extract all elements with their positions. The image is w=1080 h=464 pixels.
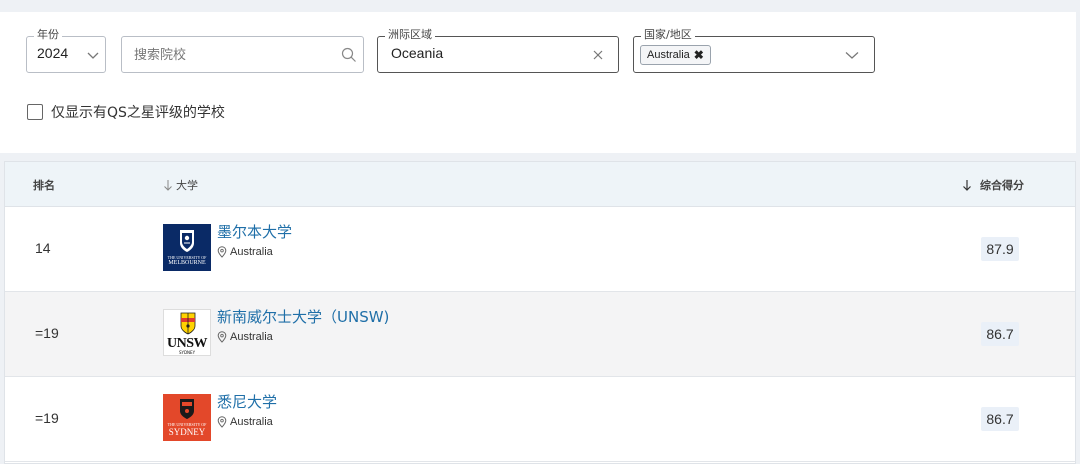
university-name-link[interactable]: 新南威尔士大学（UNSW) bbox=[217, 306, 389, 327]
location-text: Australia bbox=[230, 331, 273, 343]
university-logo[interactable]: THE UNIVERSITY OF MELBOURNE bbox=[163, 224, 211, 271]
search-icon[interactable] bbox=[341, 47, 357, 63]
university-header-label: 大学 bbox=[176, 179, 198, 192]
clear-icon[interactable] bbox=[590, 47, 606, 63]
search-field[interactable] bbox=[121, 36, 364, 73]
location-pin-icon bbox=[217, 331, 227, 343]
location-text: Australia bbox=[230, 246, 273, 258]
university-column-header[interactable]: 大学 bbox=[163, 177, 198, 193]
rank-column-header[interactable]: 排名 bbox=[33, 177, 55, 193]
location-text: Australia bbox=[230, 416, 273, 428]
table-header: 排名 大学 综合得分 bbox=[5, 162, 1075, 207]
chevron-down-icon[interactable] bbox=[85, 47, 101, 63]
overall-score: 86.7 bbox=[981, 407, 1019, 431]
university-logo[interactable]: THE UNIVERSITY OF SYDNEY bbox=[163, 394, 211, 441]
country-tag[interactable]: Australia ✖ bbox=[640, 45, 711, 65]
filter-panel: 年份 2024 洲际区域 Oceania 国家/地区 Australia ✖ bbox=[0, 12, 1076, 153]
chevron-down-icon[interactable] bbox=[844, 47, 860, 63]
overall-score: 87.9 bbox=[981, 237, 1019, 261]
ranking-table: 排名 大学 综合得分 14 THE UNIVERSITY OF MELBOURN… bbox=[4, 161, 1076, 464]
location-pin-icon bbox=[217, 416, 227, 428]
sort-arrow-icon bbox=[963, 180, 971, 191]
table-row: =19 THE UNIVERSITY OF SYDNEY 悉尼大学 Austra… bbox=[5, 377, 1075, 462]
score-header-label: 综合得分 bbox=[980, 179, 1024, 192]
country-tag-label: Australia bbox=[647, 49, 690, 61]
remove-tag-icon[interactable]: ✖ bbox=[694, 46, 704, 64]
university-location: Australia bbox=[217, 246, 273, 258]
logo-text-bottom: SYDNEY bbox=[178, 350, 196, 355]
qs-stars-filter[interactable]: 仅显示有QS之星评级的学校 bbox=[27, 102, 225, 122]
region-value: Oceania bbox=[391, 45, 444, 61]
location-pin-icon bbox=[217, 246, 227, 258]
qs-stars-checkbox[interactable] bbox=[27, 104, 43, 120]
country-select[interactable]: 国家/地区 Australia ✖ bbox=[633, 28, 875, 73]
year-value: 2024 bbox=[37, 45, 69, 61]
university-name-link[interactable]: 墨尔本大学 bbox=[217, 221, 292, 242]
university-logo[interactable]: UNSW SYDNEY bbox=[163, 309, 211, 356]
university-location: Australia bbox=[217, 331, 273, 343]
region-select[interactable]: 洲际区域 Oceania bbox=[377, 28, 619, 73]
region-label: 洲际区域 bbox=[385, 28, 435, 42]
university-name-link[interactable]: 悉尼大学 bbox=[217, 391, 277, 412]
country-label: 国家/地区 bbox=[641, 28, 695, 42]
rank-value: =19 bbox=[35, 410, 59, 426]
logo-text-bottom: SYDNEY bbox=[168, 427, 206, 437]
sort-arrow-icon bbox=[164, 180, 172, 191]
table-row: =19 UNSW SYDNEY 新南威尔士大学（UNSW) Australia … bbox=[5, 292, 1075, 377]
overall-score: 86.7 bbox=[981, 322, 1019, 346]
rank-value: 14 bbox=[35, 240, 51, 256]
university-location: Australia bbox=[217, 416, 273, 428]
qs-stars-label: 仅显示有QS之星评级的学校 bbox=[51, 105, 225, 121]
rank-value: =19 bbox=[35, 325, 59, 341]
table-row: 14 THE UNIVERSITY OF MELBOURNE 墨尔本大学 Aus… bbox=[5, 207, 1075, 292]
score-column-header[interactable]: 综合得分 bbox=[962, 177, 1024, 193]
year-label: 年份 bbox=[34, 28, 62, 42]
search-input[interactable] bbox=[134, 46, 334, 64]
logo-text-bottom: MELBOURNE bbox=[168, 260, 206, 266]
year-select[interactable]: 年份 2024 bbox=[26, 28, 106, 73]
